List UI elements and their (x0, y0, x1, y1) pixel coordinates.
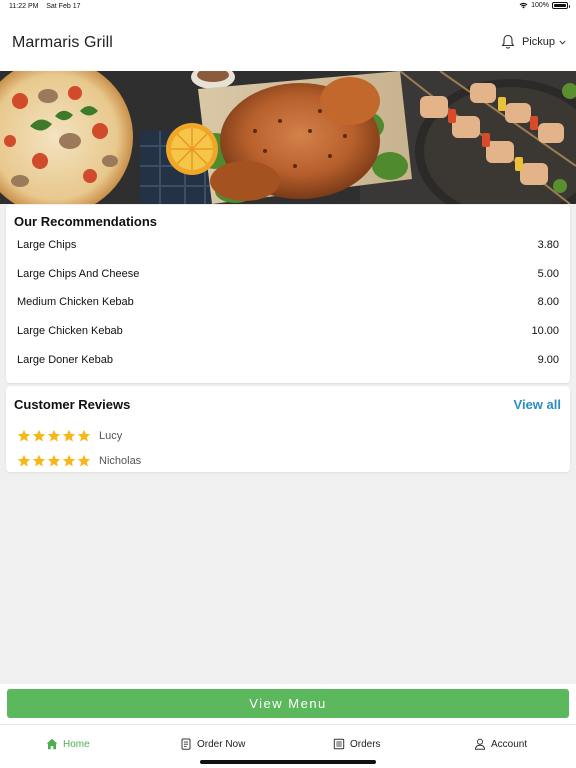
star-rating (17, 454, 91, 468)
review-item[interactable]: Lucy (17, 427, 122, 445)
restaurant-title: Marmaris Grill (12, 34, 113, 51)
star-rating (17, 429, 91, 443)
recommendation-item[interactable]: Medium Chicken Kebab 8.00 (17, 293, 559, 313)
item-price: 8.00 (537, 296, 559, 308)
recommendation-item[interactable]: Large Chicken Kebab 10.00 (17, 322, 559, 342)
order-icon (181, 738, 191, 750)
star-icon (47, 454, 61, 467)
item-name: Large Doner Kebab (17, 354, 114, 366)
item-price: 9.00 (537, 354, 559, 366)
star-icon (77, 454, 91, 467)
item-price: 5.00 (537, 268, 559, 280)
food-illustration (0, 71, 576, 204)
home-icon (46, 738, 58, 750)
tab-account[interactable]: Account (474, 738, 527, 750)
star-icon (32, 429, 46, 442)
item-name: Large Chips (17, 239, 77, 251)
status-time: 11:22 PM Sat Feb 17 (9, 3, 81, 10)
reviewer-name: Nicholas (99, 455, 142, 467)
star-icon (47, 429, 61, 442)
wifi-icon (519, 2, 528, 9)
recommendations-card: Our Recommendations Large Chips 3.80 Lar… (6, 205, 570, 383)
home-indicator (200, 760, 376, 764)
battery-percent: 100% (531, 2, 549, 9)
item-name: Medium Chicken Kebab (17, 296, 134, 308)
tab-label: Order Now (197, 738, 246, 750)
star-icon (62, 429, 76, 442)
view-menu-button[interactable]: View Menu (7, 689, 569, 718)
view-all-reviews-link[interactable]: View all (514, 397, 561, 412)
tab-label: Orders (350, 738, 381, 750)
status-right: 100% (519, 2, 570, 9)
star-icon (17, 454, 31, 467)
recommendation-item[interactable]: Large Chips 3.80 (17, 236, 559, 256)
hero-food-banner (0, 71, 576, 204)
customer-reviews-card: Customer Reviews View all Lucy Nicholas (6, 386, 570, 472)
item-price: 3.80 (537, 239, 559, 251)
item-price: 10.00 (531, 325, 559, 337)
chevron-down-icon (559, 40, 566, 45)
status-bar: 11:22 PM Sat Feb 17 100% (0, 0, 576, 14)
receipt-icon (333, 738, 345, 750)
tab-label: Account (491, 738, 528, 750)
reviewer-name: Lucy (99, 430, 123, 442)
tab-label: Home (63, 738, 90, 750)
star-icon (77, 429, 91, 442)
tab-orders[interactable]: Orders (333, 738, 381, 750)
tab-order-now[interactable]: Order Now (180, 738, 245, 750)
recommendation-item[interactable]: Large Chips And Cheese 5.00 (17, 265, 559, 285)
recommendation-item[interactable]: Large Doner Kebab 9.00 (17, 351, 559, 371)
order-mode-label: Pickup (521, 36, 555, 48)
tab-home[interactable]: Home (46, 738, 90, 750)
recommendations-title: Our Recommendations (14, 214, 158, 229)
bell-icon[interactable] (501, 34, 515, 50)
person-icon (474, 738, 486, 750)
star-icon (62, 454, 76, 467)
battery-icon (552, 2, 570, 9)
star-icon (32, 454, 46, 467)
reviews-title: Customer Reviews (14, 397, 131, 412)
item-name: Large Chicken Kebab (17, 325, 123, 337)
star-icon (17, 429, 31, 442)
order-mode-dropdown[interactable]: Pickup (522, 36, 566, 48)
app-header: Marmaris Grill Pickup (0, 14, 576, 71)
review-item[interactable]: Nicholas (17, 452, 141, 470)
item-name: Large Chips And Cheese (17, 268, 140, 280)
